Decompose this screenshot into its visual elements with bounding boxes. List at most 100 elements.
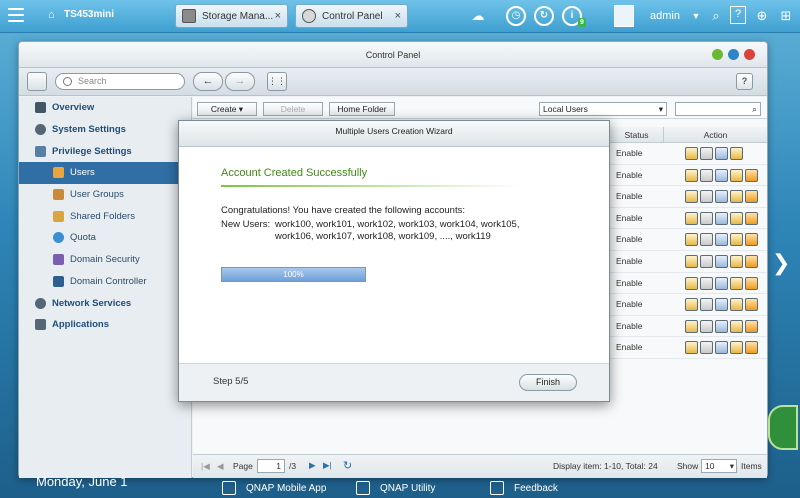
- column-status[interactable]: Status: [609, 127, 663, 143]
- create-button[interactable]: Create ▾: [197, 102, 257, 116]
- group-icon[interactable]: [715, 147, 728, 160]
- page-input[interactable]: 1: [257, 459, 285, 473]
- close-icon[interactable]: ×: [395, 10, 401, 22]
- sidebar-item-network-services[interactable]: Network Services: [19, 292, 191, 314]
- group-icon[interactable]: [715, 255, 728, 268]
- quota-icon[interactable]: [745, 298, 758, 312]
- quota-icon[interactable]: [745, 255, 758, 268]
- permission-icon[interactable]: [730, 190, 743, 204]
- globe-icon[interactable]: ⊕: [752, 6, 772, 26]
- edit-icon[interactable]: [700, 341, 713, 355]
- username[interactable]: admin: [650, 10, 680, 22]
- edit-icon[interactable]: [700, 211, 713, 225]
- chevron-right-icon[interactable]: ❯: [772, 250, 790, 276]
- permission-icon[interactable]: [730, 341, 743, 355]
- main-menu-icon[interactable]: [8, 8, 24, 22]
- edit-profile-icon[interactable]: [685, 255, 698, 268]
- edit-profile-icon[interactable]: [685, 233, 698, 247]
- dashboard-gauge-icon[interactable]: [768, 405, 798, 450]
- chevron-down-icon[interactable]: ▼: [686, 6, 706, 26]
- home-folder-button[interactable]: Home Folder: [329, 102, 395, 116]
- group-icon[interactable]: [715, 319, 728, 333]
- group-icon[interactable]: [715, 168, 728, 182]
- edit-icon[interactable]: [700, 276, 713, 290]
- edit-icon[interactable]: [700, 190, 713, 204]
- cloud-icon[interactable]: ☁: [468, 6, 488, 26]
- quota-icon[interactable]: [745, 319, 758, 333]
- quota-icon[interactable]: [745, 233, 758, 247]
- forward-button[interactable]: →: [225, 72, 255, 91]
- close-icon[interactable]: ×: [275, 10, 281, 22]
- back-button[interactable]: ←: [193, 72, 223, 91]
- edit-icon[interactable]: [700, 147, 713, 160]
- finish-button[interactable]: Finish: [519, 374, 577, 391]
- sidebar-item-applications[interactable]: Applications: [19, 314, 191, 336]
- group-icon[interactable]: [715, 211, 728, 225]
- permission-icon[interactable]: [730, 233, 743, 247]
- help-icon[interactable]: ?: [730, 6, 746, 24]
- minimize-button[interactable]: [712, 49, 723, 60]
- quota-icon[interactable]: [745, 190, 758, 204]
- sidebar-item-overview[interactable]: Overview: [19, 97, 191, 119]
- quota-icon[interactable]: [745, 211, 758, 225]
- edit-profile-icon[interactable]: [685, 190, 698, 204]
- sidebar-item-system-settings[interactable]: System Settings: [19, 119, 191, 141]
- edit-profile-icon[interactable]: [685, 168, 698, 182]
- user-search-input[interactable]: ⌕: [675, 102, 761, 116]
- sidebar-item-shared-folders[interactable]: Shared Folders: [19, 205, 191, 227]
- home-icon[interactable]: ⌂: [48, 9, 55, 21]
- sidebar-item-user-groups[interactable]: User Groups: [19, 184, 191, 206]
- tab-storage-manager[interactable]: Storage Mana... ×: [175, 4, 288, 28]
- edit-profile-icon[interactable]: [685, 211, 698, 225]
- refresh-icon[interactable]: ↻: [343, 459, 352, 472]
- delete-button[interactable]: Delete: [263, 102, 323, 116]
- sync-icon[interactable]: ↻: [534, 6, 554, 26]
- dock-qnap-mobile-app[interactable]: QNAP Mobile App: [222, 478, 326, 498]
- clock-icon[interactable]: ◷: [506, 6, 526, 26]
- quota-icon[interactable]: [745, 341, 758, 355]
- edit-icon[interactable]: [700, 255, 713, 268]
- permission-icon[interactable]: [730, 255, 743, 268]
- prev-page-icon[interactable]: ◀: [217, 461, 224, 472]
- permission-icon[interactable]: [730, 211, 743, 225]
- sidebar-toggle-icon[interactable]: [27, 72, 47, 91]
- help-button[interactable]: ?: [736, 73, 753, 90]
- sidebar-item-domain-security[interactable]: Domain Security: [19, 249, 191, 271]
- last-page-icon[interactable]: ▶|: [323, 460, 332, 471]
- tab-control-panel[interactable]: Control Panel ×: [295, 4, 408, 28]
- permission-icon[interactable]: [730, 147, 743, 160]
- edit-profile-icon[interactable]: [685, 147, 698, 160]
- user-scope-select[interactable]: Local Users ▾: [539, 102, 667, 116]
- edit-profile-icon[interactable]: [685, 298, 698, 312]
- sidebar-item-quota[interactable]: Quota: [19, 227, 191, 249]
- quota-icon[interactable]: [745, 168, 758, 182]
- permission-icon[interactable]: [730, 276, 743, 290]
- edit-profile-icon[interactable]: [685, 341, 698, 355]
- dock-qnap-utility[interactable]: QNAP Utility: [356, 478, 435, 498]
- edit-icon[interactable]: [700, 168, 713, 182]
- search-icon[interactable]: ⌕: [706, 6, 726, 26]
- page-size-select[interactable]: 10 ▾: [701, 459, 737, 473]
- edit-profile-icon[interactable]: [685, 276, 698, 290]
- permission-icon[interactable]: [730, 298, 743, 312]
- dock-feedback[interactable]: Feedback: [490, 478, 558, 498]
- edit-profile-icon[interactable]: [685, 319, 698, 333]
- edit-icon[interactable]: [700, 319, 713, 333]
- group-icon[interactable]: [715, 341, 728, 355]
- group-icon[interactable]: [715, 233, 728, 247]
- quota-icon[interactable]: [745, 276, 758, 290]
- maximize-button[interactable]: [728, 49, 739, 60]
- dashboard-icon[interactable]: ⊞: [776, 6, 796, 26]
- first-page-icon[interactable]: |◀: [201, 461, 210, 472]
- group-icon[interactable]: [715, 276, 728, 290]
- edit-icon[interactable]: [700, 233, 713, 247]
- close-button[interactable]: [744, 49, 755, 60]
- sidebar-item-privilege-settings[interactable]: Privilege Settings: [19, 140, 191, 162]
- group-icon[interactable]: [715, 298, 728, 312]
- permission-icon[interactable]: [730, 319, 743, 333]
- permission-icon[interactable]: [730, 168, 743, 182]
- avatar[interactable]: [614, 5, 634, 27]
- info-icon[interactable]: i 9: [562, 6, 586, 27]
- edit-icon[interactable]: [700, 298, 713, 312]
- sidebar-item-users[interactable]: Users: [19, 162, 191, 184]
